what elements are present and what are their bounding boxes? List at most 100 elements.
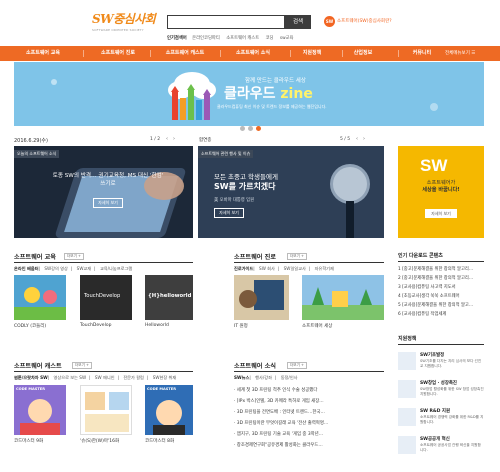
thumb-sw-world[interactable] (302, 275, 384, 320)
policy-icon (398, 436, 416, 454)
all-menu-button[interactable]: 전체메뉴보기 ☰ (445, 46, 475, 61)
tab-column[interactable]: 전문가 칼럼 (123, 375, 144, 380)
ad-sw-badge: SW (420, 156, 448, 175)
slider-prev-arrow-icon[interactable]: ‹ (166, 136, 168, 142)
tab-sw-news[interactable]: SW뉴스 (234, 375, 249, 380)
thumb-codemaster-9[interactable]: CODE MASTER (14, 385, 66, 435)
nav-item-policy[interactable]: 지원정책 (296, 46, 328, 61)
tab-free-semester[interactable]: 자유학기제 (315, 266, 334, 271)
slider-next-arrow-icon[interactable]: › (173, 136, 175, 142)
banner-dot[interactable] (240, 126, 245, 131)
banner-dot[interactable] (248, 126, 253, 131)
tab-people[interactable]: 동정/인사 (281, 375, 298, 380)
popular-download-item[interactable]: 2 [중고]문제해결을 위한 창의적 알고리… (398, 275, 484, 281)
more-button[interactable]: 더보기 + (64, 253, 85, 260)
tab-events[interactable]: 행사/강좌 (255, 375, 272, 380)
site-logo[interactable]: SW중심사회 SOFTWARE ORIENTED SOCIETY (92, 10, 160, 32)
thumb-codly[interactable] (14, 275, 66, 320)
thumb-text: CODE MASTER (16, 387, 46, 391)
tab-guide[interactable]: 진로가이드 (234, 266, 253, 271)
thumb-shema-16[interactable] (80, 385, 132, 435)
tab-report[interactable]: SW현장 취재 (153, 375, 177, 380)
thumb-text: CODE MASTER (147, 387, 177, 391)
policy-item[interactable]: SW기초발정 SW기초를 다지는 지리 심사의 보다 선진교 지원합니다. (398, 352, 484, 376)
news-item[interactable]: · 앱지구, 3D 프린팅 기술 교육 '게임 중 3학년… (234, 431, 384, 437)
card-detail-button[interactable]: 자세히 보기 (214, 208, 244, 218)
news-item[interactable]: · 창조경제연구회"공유경제 활성화는 클라우드… (234, 442, 384, 448)
banner-dot-active[interactable] (256, 126, 261, 131)
policy-item[interactable]: SW공공개 혁신 소프트웨어 공공사업 관행 혁신을 지원합니다. (398, 436, 484, 460)
popular-download-item[interactable]: 3 [교사용]컴퓨팅 사고력 지도서 (398, 284, 484, 290)
search-input[interactable] (167, 15, 285, 29)
tab-online[interactable]: 온라인 배움터 (14, 266, 39, 271)
popular-term[interactable]: sw교육 (280, 36, 294, 41)
ad-text: 소프트웨어가 세상을 바꿉니다! (422, 180, 460, 193)
news-card[interactable]: 오늘의 소프트웨어 소식 토종 SW의 반격… 권기교육청, MS 대신 '한컴… (14, 146, 193, 238)
more-button[interactable]: 더보기 + (72, 362, 93, 369)
thumb-caption[interactable]: 코드마스터 9화 (14, 438, 43, 444)
news-card[interactable]: 소프트웨어 관련 행사 및 이슈 모든 초중고 학생들에게 SW를 가르치겠다 … (198, 146, 384, 238)
policy-item[interactable]: SW창업 · 성장촉진 SW창업 활성화를 위한 SW 창업 성장촉진 지원합니… (398, 380, 484, 404)
date-label: 2016.6.29(수) (14, 138, 48, 144)
card2-prev-arrow-icon[interactable]: ‹ (356, 136, 358, 142)
thumb-caption[interactable]: 소프트웨어 세상 (302, 323, 332, 329)
more-button[interactable]: 더보기 + (287, 362, 308, 369)
popular-download-item[interactable]: 6 [교사용]컴퓨팅 작업세계 (398, 311, 484, 317)
thumb-caption[interactable]: IT 원정 (234, 323, 248, 329)
tab-teacher[interactable]: SW일일교사 (284, 266, 306, 271)
thumb-caption[interactable]: '슈(S)한(W)마'16화 (80, 438, 119, 444)
banner-subtitle: 클라우드컴퓨팅 최신 이슈 및 트렌드 정보를 제공하는 웹진입니다. (217, 104, 327, 109)
news-item[interactable]: · 3D 프린팅을 전면도배 : 인터넷 트렌드…한국… (234, 409, 384, 415)
thumb-it-expedition[interactable] (234, 275, 289, 320)
sw-icon[interactable]: SW (324, 16, 335, 27)
popular-term[interactable]: 소프트웨어 캐스트 (226, 36, 259, 41)
tab-lectures[interactable]: SW강의 영상 (44, 266, 68, 271)
thumb-text: {H}helloworld (148, 293, 192, 299)
popular-download-item[interactable]: 5 [교사용]문제해결을 위한 창의적 알고… (398, 302, 484, 308)
nav-item-sw-cast[interactable]: 소프트웨어 캐스트 (157, 46, 213, 61)
tablet-illustration (55, 168, 186, 238)
policy-item[interactable]: SW R&D 지원 소프트웨어 경쟁력 강화를 위한 R&D를 지원합니다. (398, 408, 484, 432)
career-tabs: 진로가이드| SW 회사 | SW일일교사 | 자유학기제 (234, 266, 334, 271)
logo-subtitle: SOFTWARE ORIENTED SOCIETY (92, 28, 144, 32)
thumb-codemaster-8[interactable]: CODE MASTER (145, 385, 193, 435)
card-title: 토종 SW의 반격… 권기교육청, MS 대신 '한컴' 쓰기로 (52, 173, 164, 187)
tab-programs[interactable]: 교육/나눔프로그램 (100, 266, 132, 271)
hapmyeong-label: 합연종 (199, 138, 212, 143)
policy-icon (398, 352, 416, 370)
nav-item-sw-news[interactable]: 소프트웨어 소식 (228, 46, 278, 61)
tab-animation[interactable]: SW 애니인 (95, 375, 115, 380)
nav-item-community[interactable]: 커뮤니티 (405, 46, 439, 61)
policy-icon (398, 380, 416, 398)
tab-video[interactable]: 영상으로 보는 SW (54, 375, 87, 380)
news-item[interactable]: · [IPx 박스]인텔, 3D 카메라 특허로 게임 새장… (234, 398, 384, 404)
thumb-touchdevelop[interactable]: TouchDevelop (80, 275, 132, 320)
popular-term[interactable]: 온라인코딩파티 (192, 36, 220, 41)
tab-company[interactable]: SW 회사 (259, 266, 275, 271)
news-item[interactable]: · 세계 첫 3D 프린팅 척추 인식 수술 성공했다 (234, 387, 384, 393)
news-item[interactable]: · 3D 프린팅이란 무엇이길래 교육 '전산 출력혁명… (234, 420, 384, 426)
more-button[interactable]: 더보기 + (287, 253, 308, 260)
search-button[interactable]: 검색 (285, 15, 311, 29)
sw-promo-link[interactable]: 소프트웨어(SW)중심사회란? (337, 18, 392, 24)
nav-item-industry[interactable]: 산업정보 (348, 46, 378, 61)
popular-term[interactable]: 코딩 (266, 36, 274, 41)
popular-download-item[interactable]: 4 [초등교사]생각 쑥쑥 소프트웨어 (398, 293, 484, 299)
ad-detail-button[interactable]: 자세히 보기 (425, 209, 457, 218)
thumb-caption[interactable]: Helloworld (145, 323, 169, 328)
popular-label: 인기검색어 (167, 36, 187, 41)
card-detail-button[interactable]: 자세히 보기 (93, 198, 123, 208)
nav-item-sw-career[interactable]: 소프트웨어 진로 (93, 46, 143, 61)
card2-next-arrow-icon[interactable]: › (363, 136, 365, 142)
main-nav: 소프트웨어 교육 소프트웨어 진로 소프트웨어 캐스트 소프트웨어 소식 지원정… (0, 46, 500, 61)
nav-item-sw-education[interactable]: 소프트웨어 교육 (18, 46, 68, 61)
popular-download-item[interactable]: 1 [중고]문제해결을 위한 창의적 알고리… (398, 266, 484, 272)
edu-tabs: 온라인 배움터| SW강의 영상 | SW교재 | 교육/나눔프로그램 (14, 266, 133, 271)
tab-webtoon[interactable]: 썸툰/으랏차차 SW (14, 375, 48, 380)
thumb-caption[interactable]: 코드마스터 8화 (145, 438, 174, 444)
thumb-caption[interactable]: TouchDevelop (80, 323, 111, 328)
tab-textbooks[interactable]: SW교재 (77, 266, 92, 271)
thumb-helloworld[interactable]: {H}helloworld (145, 275, 193, 320)
thumb-caption[interactable]: CODLY (코들리) (14, 323, 46, 329)
sw-ad-banner[interactable]: SW 소프트웨어가 세상을 바꿉니다! 자세히 보기 (398, 146, 484, 238)
